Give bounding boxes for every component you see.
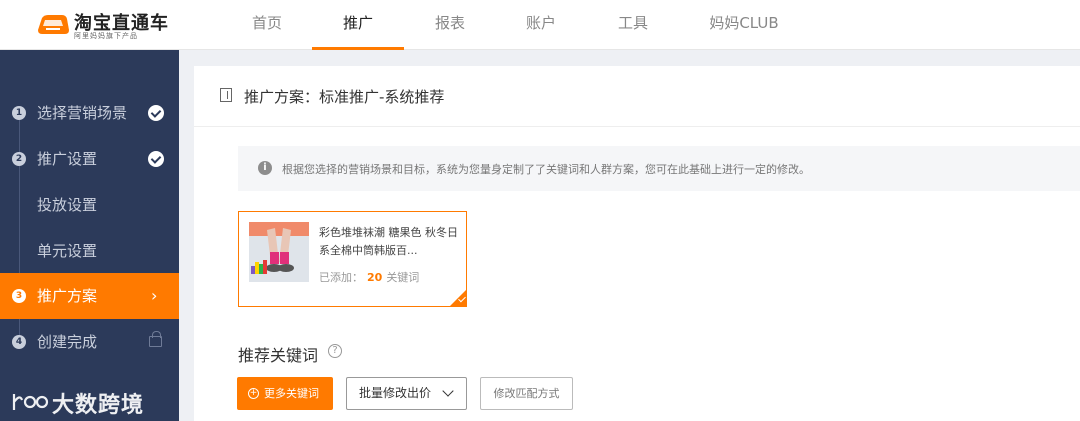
info-text: 根据您选择的营销场景和目标，系统为您量身定制了了关键词和人群方案，您可在此基础上…	[282, 163, 810, 176]
plus-circle-icon: +	[248, 388, 259, 399]
added-label: 已添加：	[319, 271, 363, 284]
step-number: 2	[12, 152, 26, 166]
sidebar-item-promo-settings[interactable]: 2 推广设置	[0, 136, 179, 182]
nav-mama-club[interactable]: 妈妈CLUB	[704, 0, 784, 50]
chevron-right-icon: ›	[151, 286, 158, 305]
change-match-mode-button[interactable]: 修改匹配方式	[480, 377, 573, 410]
check-circle-icon	[148, 151, 164, 167]
watermark-text: 大数跨境	[52, 393, 145, 418]
document-icon	[220, 88, 232, 102]
watermark-logo-icon	[12, 394, 49, 410]
step-number: 3	[12, 289, 26, 303]
keyword-count: 20	[367, 271, 383, 284]
nav-promote[interactable]: 推广	[312, 0, 404, 50]
sidebar-item-create-complete: 4 创建完成	[0, 319, 179, 365]
sidebar-item-unit-settings[interactable]: 单元设置	[0, 228, 179, 274]
button-label: 更多关键词	[264, 387, 319, 400]
panel-header: 推广方案：标准推广-系统推荐	[194, 66, 1080, 127]
top-nav-bar: 淘宝直通车 阿里妈妈旗下产品 首页 推广 报表 账户 工具 妈妈CLUB	[0, 0, 1080, 50]
keyword-suffix: 关键词	[386, 271, 420, 284]
info-icon: i	[258, 161, 272, 175]
main-panel: 推广方案：标准推广-系统推荐 i 根据您选择的营销场景和目标，系统为您量身定制了…	[194, 66, 1080, 421]
section-title: 推荐关键词	[238, 346, 319, 365]
sidebar-item-label: 推广设置	[37, 150, 98, 168]
product-image	[249, 222, 309, 282]
sidebar-item-label: 投放设置	[37, 196, 98, 214]
check-circle-icon	[148, 105, 164, 121]
product-title: 彩色堆堆袜潮 糖果色 秋冬日系全棉中筒韩版百...	[319, 226, 458, 257]
sidebar-item-label: 选择营销场景	[37, 104, 128, 122]
product-card[interactable]: 彩色堆堆袜潮 糖果色 秋冬日系全棉中筒韩版百... 已添加： 20 关键词	[238, 211, 467, 307]
brand-logo[interactable]: 淘宝直通车 阿里妈妈旗下产品	[36, 8, 176, 42]
sidebar-item-label: 单元设置	[37, 242, 98, 260]
page-title: 推广方案：标准推广-系统推荐	[244, 88, 445, 106]
sidebar-item-label: 推广方案	[37, 287, 98, 305]
nav-tools[interactable]: 工具	[611, 0, 655, 50]
batch-price-dropdown[interactable]: 批量修改出价	[346, 377, 467, 410]
sidebar-item-delivery-settings[interactable]: 投放设置	[0, 182, 179, 228]
help-icon[interactable]: ?	[328, 344, 342, 358]
info-notice: i 根据您选择的营销场景和目标，系统为您量身定制了了关键词和人群方案，您可在此基…	[238, 146, 1080, 191]
sidebar-item-select-scene[interactable]: 1 选择营销场景	[0, 90, 179, 136]
step-number: 4	[12, 335, 26, 349]
lock-icon	[149, 331, 162, 347]
sidebar-item-promo-plan[interactable]: 3 推广方案 ›	[0, 273, 179, 319]
car-logo-icon	[38, 15, 69, 34]
nav-reports[interactable]: 报表	[428, 0, 472, 50]
nav-account[interactable]: 账户	[519, 0, 563, 50]
step-sidebar: 1 选择营销场景 2 推广设置 投放设置 单元设置 3 推广方案 › 4 创建完…	[0, 50, 179, 421]
brand-subtitle: 阿里妈妈旗下产品	[74, 32, 138, 40]
more-keywords-button[interactable]: + 更多关键词	[237, 377, 333, 410]
dropdown-label: 批量修改出价	[359, 386, 432, 400]
nav-home[interactable]: 首页	[245, 0, 289, 50]
chevron-down-icon	[442, 385, 454, 397]
step-number: 1	[12, 106, 26, 120]
product-keyword-count: 已添加： 20 关键词	[319, 269, 419, 285]
sidebar-item-label: 创建完成	[37, 333, 98, 351]
